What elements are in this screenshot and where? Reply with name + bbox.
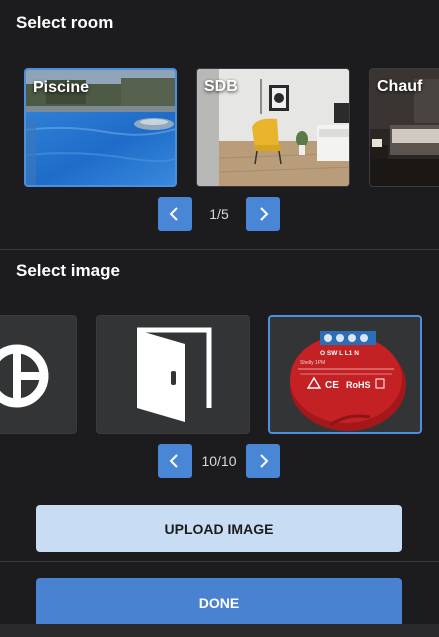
- chevron-left-icon: [169, 454, 178, 468]
- image-carousel: O SW L L1 N Shelly 1PM CE RoHS: [0, 313, 439, 437]
- image-card-door[interactable]: [96, 315, 250, 434]
- select-room-dialog: Select room Piscine SDB Chauf 1/5 Select…: [0, 0, 439, 637]
- room-card-chauf[interactable]: Chauf: [369, 68, 439, 187]
- image-card-relay[interactable]: O SW L L1 N Shelly 1PM CE RoHS: [268, 315, 422, 434]
- section-divider: [0, 249, 439, 250]
- ce-mark: CE: [325, 380, 339, 391]
- clock-icon: [0, 344, 49, 408]
- room-label-sdb: SDB: [204, 78, 238, 95]
- device-model: Shelly 1PM: [300, 360, 325, 366]
- room-prev-button[interactable]: [158, 197, 192, 231]
- done-button[interactable]: DONE: [36, 578, 402, 628]
- image-card-clock[interactable]: [0, 315, 77, 434]
- room-card-sdb[interactable]: SDB: [196, 68, 350, 187]
- room-label-piscine: Piscine: [33, 79, 90, 96]
- chevron-left-icon: [169, 207, 178, 221]
- select-image-title: Select image: [16, 261, 120, 280]
- chevron-right-icon: [260, 207, 269, 221]
- shelly-relay-photo: O SW L L1 N Shelly 1PM CE RoHS: [290, 331, 406, 431]
- room-next-button[interactable]: [246, 197, 280, 231]
- select-room-title: Select room: [16, 13, 114, 32]
- image-pager: 10/10: [0, 444, 439, 478]
- rohs-mark: RoHS: [346, 380, 371, 390]
- room-pager: 1/5: [0, 197, 439, 231]
- room-card-piscine[interactable]: Piscine: [24, 68, 177, 187]
- bottom-bar: [0, 624, 439, 637]
- actions-divider: [0, 561, 439, 562]
- door-open-icon: [137, 327, 212, 422]
- image-next-button[interactable]: [246, 444, 280, 478]
- room-label-chauf: Chauf: [377, 78, 423, 95]
- upload-image-button[interactable]: UPLOAD IMAGE: [36, 505, 402, 552]
- room-carousel: Piscine SDB Chauf: [0, 66, 439, 190]
- image-prev-button[interactable]: [158, 444, 192, 478]
- chevron-right-icon: [260, 454, 269, 468]
- room-page-counter: 1/5: [209, 206, 229, 222]
- image-page-counter: 10/10: [201, 453, 237, 469]
- terminal-labels: O SW L L1 N: [320, 350, 359, 357]
